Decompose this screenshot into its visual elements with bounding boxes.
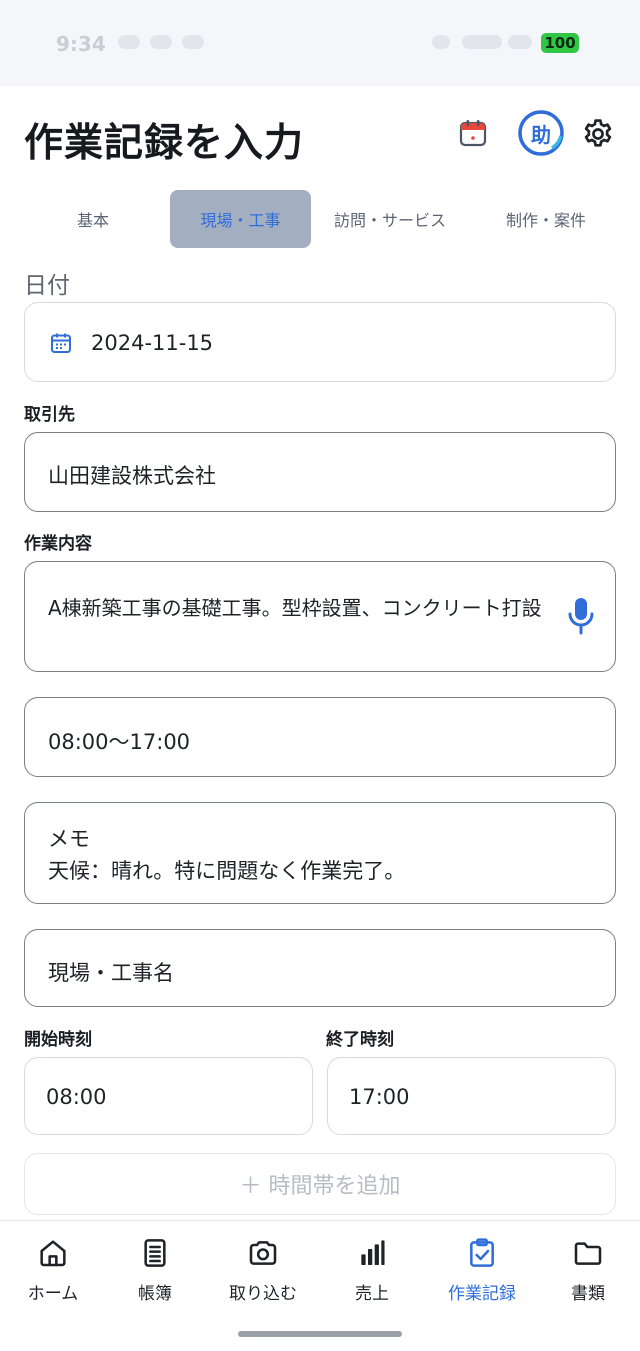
voice-input-button[interactable] [563,596,599,636]
bar-chart-icon [361,1240,385,1265]
end-time-value: 17:00 [349,1085,410,1109]
gear-icon [584,119,612,147]
nav-work-record[interactable]: 作業記録 [429,1221,535,1317]
notification-icon [118,35,140,49]
work-content-field[interactable]: A棟新築工事の基礎工事。型枠設置、コンクリート打設 [24,561,616,672]
end-time-field[interactable]: 17:00 [327,1057,616,1135]
time-range-value: 08:00〜17:00 [48,730,191,754]
tab-site-construction[interactable]: 現場・工事 [170,190,311,248]
home-indicator[interactable] [238,1331,402,1337]
work-content-value: A棟新築工事の基礎工事。型枠設置、コンクリート打設 [48,596,542,620]
clipboard-check-icon [470,1238,494,1267]
tab-production-project[interactable]: 制作・案件 [472,190,620,248]
status-time: 9:34 [56,32,106,56]
signal-icon [462,35,502,49]
tab-visit-service[interactable]: 訪問・サービス [318,190,462,248]
nav-label: 作業記録 [448,1284,516,1304]
assistant-button[interactable]: 助 [516,108,566,158]
nav-label: 帳簿 [138,1284,172,1304]
bottom-nav: ホーム 帳簿 取り込む 売上 作業記録 書類 [0,1220,640,1351]
nav-ledger[interactable]: 帳簿 [102,1221,208,1317]
end-time-label: 終了時刻 [326,1030,394,1050]
wifi-icon [508,35,532,49]
tab-basic[interactable]: 基本 [24,190,162,248]
nav-import[interactable]: 取り込む [210,1221,316,1317]
folder-icon [574,1242,602,1265]
memo-label: メモ [48,827,90,851]
add-time-slot-button[interactable]: ＋ 時間帯を追加 [24,1153,616,1215]
start-time-value: 08:00 [46,1085,107,1109]
work-content-label: 作業内容 [24,534,92,554]
site-name-placeholder: 現場・工事名 [48,961,174,985]
date-label: 日付 [24,273,70,299]
client-field[interactable]: 山田建設株式会社 [24,432,616,512]
memo-field[interactable]: メモ 天候：晴れ。特に問題なく作業完了。 [24,802,616,904]
nav-label: ホーム [27,1284,79,1304]
nav-label: 取り込む [229,1284,297,1304]
nav-documents[interactable]: 書類 [535,1221,640,1317]
home-icon [40,1240,66,1267]
nav-home[interactable]: ホーム [0,1221,106,1317]
nav-label: 売上 [355,1284,389,1304]
calendar-button[interactable] [456,116,490,150]
settings-button[interactable] [578,114,618,154]
nav-sales[interactable]: 売上 [319,1221,425,1317]
assistant-label: 助 [531,122,551,147]
category-tabs: 基本 現場・工事 訪問・サービス 制作・案件 [0,190,640,248]
client-label: 取引先 [24,405,75,425]
start-time-label: 開始時刻 [24,1030,92,1050]
nav-label: 書類 [571,1284,605,1304]
memo-value: 天候：晴れ。特に問題なく作業完了。 [48,859,406,883]
calendar-icon [51,333,71,353]
battery-indicator: 100 [541,33,579,53]
ledger-icon [144,1239,166,1267]
notification-icon [150,35,172,49]
date-field[interactable]: 2024-11-15 [24,302,616,382]
page-title: 作業記録を入力 [24,121,305,166]
alarm-icon [432,35,450,49]
site-name-field[interactable]: 現場・工事名 [24,929,616,1007]
microphone-icon [568,598,594,635]
calendar-icon [459,120,487,147]
time-range-field[interactable]: 08:00〜17:00 [24,697,616,777]
start-time-field[interactable]: 08:00 [24,1057,313,1135]
camera-icon [249,1241,277,1265]
status-bar: 9:34 100 [0,0,640,86]
client-value: 山田建設株式会社 [48,464,216,488]
notification-icon [182,35,204,49]
date-value: 2024-11-15 [91,331,214,355]
